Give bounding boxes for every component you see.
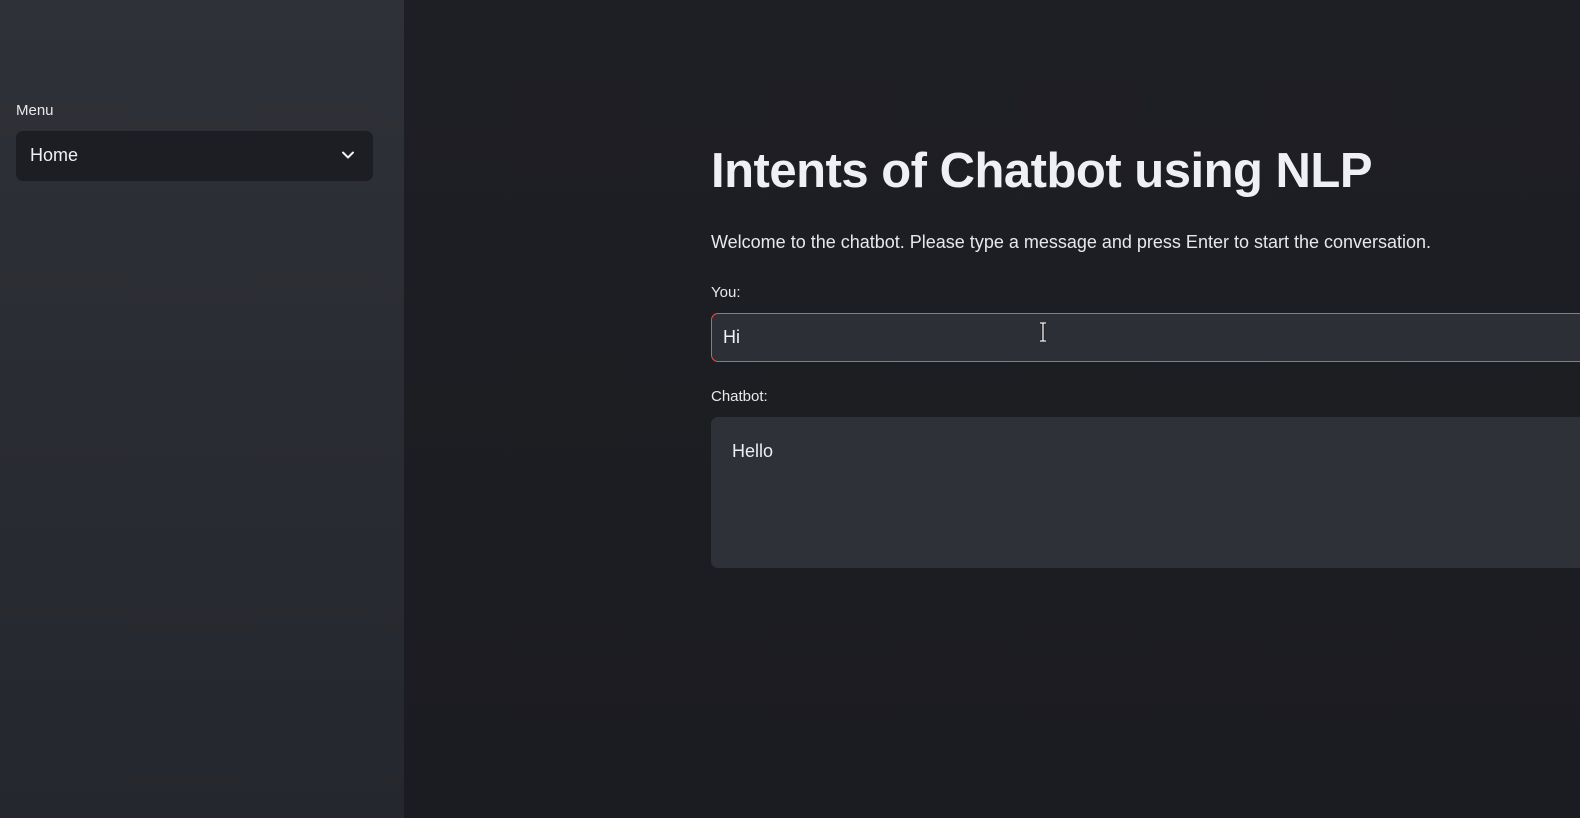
text-cursor-icon xyxy=(1040,322,1046,342)
sidebar: Menu Home xyxy=(0,0,405,818)
main-content: Intents of Chatbot using NLP Welcome to … xyxy=(404,0,1580,818)
page-title: Intents of Chatbot using NLP xyxy=(711,144,1373,198)
menu-selected-value: Home xyxy=(30,145,79,165)
app-window: Menu Home Intents of Chatbot using NLP W… xyxy=(0,0,1580,818)
menu-label: Menu xyxy=(16,102,54,119)
chevron-down-icon xyxy=(342,151,354,159)
menu-select[interactable]: Home xyxy=(16,131,373,181)
chatbot-label: Chatbot: xyxy=(711,388,768,405)
you-label: You: xyxy=(711,284,741,301)
chatbot-response-area[interactable]: Hello xyxy=(711,417,1580,568)
intro-text: Welcome to the chatbot. Please type a me… xyxy=(711,232,1432,252)
user-message-input[interactable] xyxy=(711,313,1580,362)
